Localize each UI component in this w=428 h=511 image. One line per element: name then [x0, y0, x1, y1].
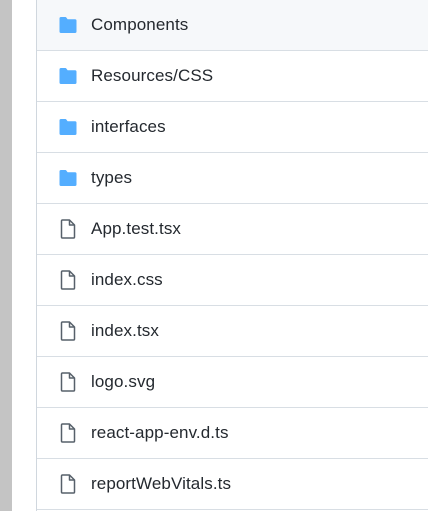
- file-icon: [57, 371, 79, 393]
- folder-icon: [57, 14, 79, 36]
- folder-row[interactable]: interfaces: [37, 102, 428, 153]
- file-row[interactable]: react-app-env.d.ts: [37, 408, 428, 459]
- folder-row[interactable]: Resources/CSS: [37, 51, 428, 102]
- file-row[interactable]: reportWebVitals.ts: [37, 459, 428, 510]
- file-name-link[interactable]: index.tsx: [91, 321, 159, 341]
- file-name-link[interactable]: index.css: [91, 270, 163, 290]
- folder-name-link[interactable]: Components: [91, 15, 188, 35]
- file-icon: [57, 320, 79, 342]
- file-row[interactable]: index.tsx: [37, 306, 428, 357]
- gutter-spacer: [12, 0, 36, 511]
- file-name-link[interactable]: App.test.tsx: [91, 219, 181, 239]
- file-icon: [57, 422, 79, 444]
- file-icon: [57, 218, 79, 240]
- folder-icon: [57, 65, 79, 87]
- folder-icon: [57, 167, 79, 189]
- file-name-link[interactable]: reportWebVitals.ts: [91, 474, 231, 494]
- file-row[interactable]: App.test.tsx: [37, 204, 428, 255]
- folder-row[interactable]: Components: [37, 0, 428, 51]
- file-row[interactable]: logo.svg: [37, 357, 428, 408]
- folder-name-link[interactable]: Resources/CSS: [91, 66, 213, 86]
- scrollbar-gutter: [0, 0, 12, 511]
- file-row[interactable]: index.css: [37, 255, 428, 306]
- folder-name-link[interactable]: types: [91, 168, 132, 188]
- folder-row[interactable]: types: [37, 153, 428, 204]
- folder-icon: [57, 116, 79, 138]
- file-icon: [57, 269, 79, 291]
- folder-name-link[interactable]: interfaces: [91, 117, 166, 137]
- file-name-link[interactable]: logo.svg: [91, 372, 155, 392]
- file-list: Components Resources/CSS interfaces types Ap…: [36, 0, 428, 511]
- file-name-link[interactable]: react-app-env.d.ts: [91, 423, 229, 443]
- file-icon: [57, 473, 79, 495]
